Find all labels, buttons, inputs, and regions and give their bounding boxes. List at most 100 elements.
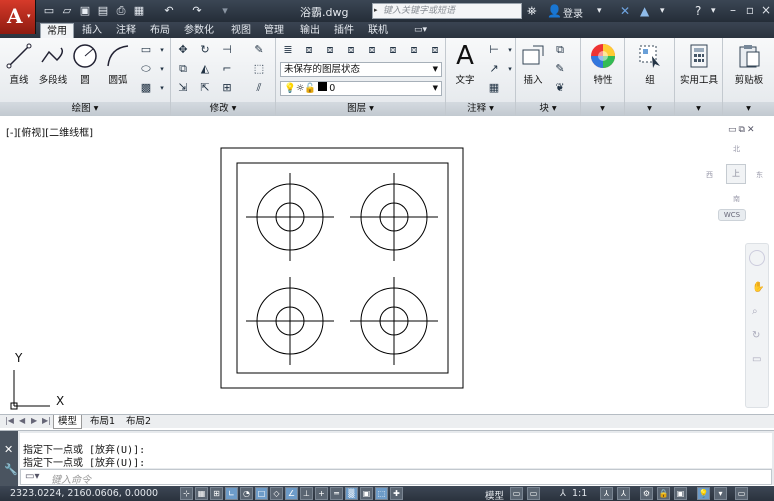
tab-home[interactable]: 常用 [40,23,74,38]
annotation-scale-icon[interactable]: ⅄ [560,488,566,499]
help-icon[interactable]: ? [695,3,701,19]
navigation-bar[interactable]: ✋ ⌕ ↻ ▭ [745,243,769,408]
model-space-label[interactable]: 模型 [485,488,504,501]
isolate-objects-icon[interactable]: 💡 [697,487,710,500]
ellipse-icon[interactable]: ⬭ [138,61,154,77]
annotation-scale-value[interactable]: 1:1 [572,488,587,499]
3d-osnap-toggle[interactable]: ◇ [270,487,283,500]
viewcube-top-face[interactable]: 上 [726,164,746,184]
minimize-button[interactable]: – [724,2,742,18]
snap-mode-toggle[interactable]: ▦ [195,487,208,500]
inner-frame[interactable] [236,162,449,374]
hardware-acceleration-icon[interactable]: ▣ [674,487,687,500]
pan-icon[interactable]: ✋ [752,282,764,293]
tab-layout2[interactable]: 布局2 [122,415,155,429]
array-icon[interactable]: ⊞ [219,80,235,96]
block-attribute-icon[interactable]: ❦ [552,80,568,96]
workspace-switch-icon[interactable]: ⚙ [640,487,653,500]
toolbar-lock-icon[interactable]: 🔒 [657,487,670,500]
transparency-toggle[interactable]: ▒ [345,487,358,500]
properties-button[interactable]: 特性 [587,42,619,86]
orbit-icon[interactable]: ↻ [752,330,760,341]
annotation-monitor-toggle[interactable]: ✚ [390,487,403,500]
tab-manage[interactable]: 管理 [258,23,290,38]
mirror-icon[interactable]: ◭ [197,61,213,77]
login-dropdown-icon[interactable]: ▾ [597,3,602,19]
a360-dropdown-icon[interactable]: ▾ [660,3,665,19]
status-bar-menu-icon[interactable]: ▾ [714,487,727,500]
command-line-handle[interactable]: ✕ 🔧 [0,431,18,486]
arc-button[interactable]: 圆弧 [103,42,133,86]
showmotion-icon[interactable]: ▭ [752,354,761,365]
tab-output[interactable]: 输出 [294,23,326,38]
annotation-visibility-icon[interactable]: ⅄ [600,487,613,500]
ortho-toggle[interactable]: ∟ [225,487,238,500]
undo-icon[interactable]: ↶ [162,4,176,18]
tab-online[interactable]: 联机 [362,23,394,38]
rectangle-dropdown-icon[interactable]: ▾ [154,42,170,58]
zoom-icon[interactable]: ⌕ [752,306,758,317]
rotate-icon[interactable]: ↻ [197,42,213,58]
scale-icon[interactable]: ⇱ [197,80,213,96]
layer-state-select[interactable]: 未保存的图层状态 ▼ [280,62,442,77]
coordinates-readout[interactable]: 2323.0224, 2160.0606, 0.0000 [10,488,158,499]
properties-panel-expand[interactable]: ▾ [581,102,624,116]
polar-toggle[interactable]: ◔ [240,487,253,500]
quick-view-drawings-icon[interactable]: ▭ [527,487,540,500]
tab-model[interactable]: 模型 [53,415,83,429]
ribbon-options-icon[interactable]: ▭▾ [408,23,433,38]
clipboard-button[interactable]: 剪贴板 [727,42,771,86]
circle-button[interactable]: 圆 [70,42,100,86]
layer-off-icon[interactable]: ⧈ [364,42,380,58]
layers-panel-title[interactable]: 图层 ▾ [276,102,445,116]
dyn-toggle[interactable]: + [315,487,328,500]
open-file-icon[interactable]: ▱ [60,4,74,18]
plot-icon[interactable]: ⎙ [114,4,128,18]
viewport-minimize-icon[interactable]: ▭ [728,125,739,135]
layer-isolate-icon[interactable]: ⧈ [322,42,338,58]
ducs-toggle[interactable]: ⊥ [300,487,313,500]
polyline-button[interactable]: 多段线 [36,42,70,86]
group-button[interactable]: 组 [634,42,666,86]
next-tab-arrow-icon[interactable]: ▶ [31,416,37,425]
drawing-viewport[interactable]: [-][俯视][二维线框] ▭⧉✕ 北 南 东 西 上 WCS ✋ ⌕ ↻ ▭ [0,116,774,414]
clipboard-panel-expand[interactable]: ▾ [723,102,774,116]
block-panel-title[interactable]: 块 ▾ [516,102,580,116]
fixture-top-left[interactable] [246,173,334,261]
grid-toggle[interactable]: ⊞ [210,487,223,500]
auto-scale-icon[interactable]: ⅄ [617,487,630,500]
viewcube[interactable]: 北 南 东 西 上 [704,144,764,204]
print-icon[interactable]: ▦ [132,4,146,18]
hatch-dropdown-icon[interactable]: ▾ [154,80,170,96]
tab-layout[interactable]: 布局 [144,23,176,38]
create-block-icon[interactable]: ⧉ [552,42,568,58]
help-dropdown-icon[interactable]: ▾ [711,3,716,19]
text-button[interactable]: A 文字 [450,42,480,86]
current-layer-select[interactable]: 💡☼🔓 0 ▼ [280,81,442,96]
tab-view[interactable]: 视图 [225,23,257,38]
erase-icon[interactable]: ✎ [251,42,267,58]
tab-parametric[interactable]: 参数化 [178,23,220,38]
edit-block-icon[interactable]: ✎ [552,61,568,77]
last-tab-arrow-icon[interactable]: ▶| [42,416,51,425]
outer-frame[interactable] [220,147,464,389]
rectangle-icon[interactable]: ▭ [138,42,154,58]
selection-cycling-toggle[interactable]: ⬚ [375,487,388,500]
insert-button[interactable]: 插入 [518,42,548,86]
clean-screen-icon[interactable]: ▭ [735,487,748,500]
wcs-menu[interactable]: WCS [718,209,746,221]
stretch-icon[interactable]: ⇲ [175,80,191,96]
tab-plugins[interactable]: 插件 [328,23,360,38]
tab-layout1[interactable]: 布局1 [86,415,119,429]
fillet-icon[interactable]: ⌐ [219,61,235,77]
infer-constraints-toggle[interactable]: ⊹ [180,487,193,500]
search-expand-icon[interactable]: ▸ [372,6,378,14]
quick-view-layouts-icon[interactable]: ▭ [510,487,523,500]
layer-previous-icon[interactable]: ⧈ [427,42,443,58]
offset-icon[interactable]: ⫽ [251,80,267,96]
redo-icon[interactable]: ↷ [190,4,204,18]
command-customize-icon[interactable]: 🔧 [4,463,18,476]
save-as-icon[interactable]: ▤ [96,4,110,18]
close-button[interactable]: × [757,2,774,18]
layer-freeze-icon[interactable]: ⧈ [343,42,359,58]
